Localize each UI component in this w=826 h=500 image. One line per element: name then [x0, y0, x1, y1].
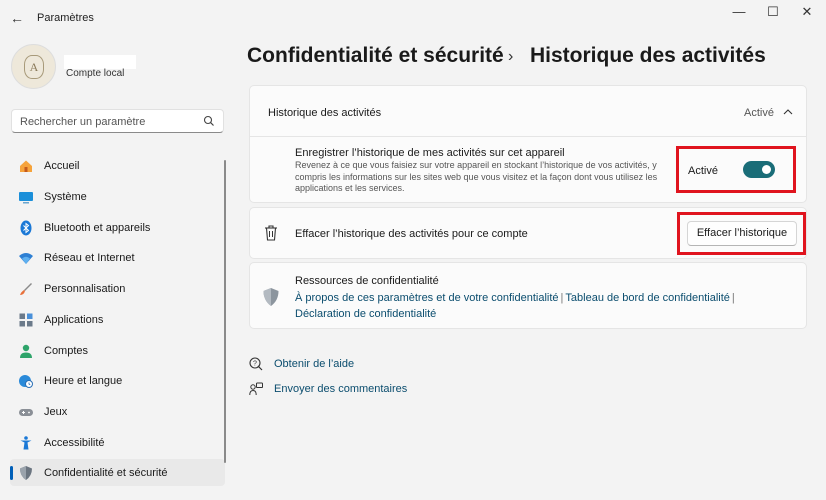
bluetooth-icon [20, 220, 32, 236]
sidebar-item-accueil[interactable]: Accueil [10, 152, 225, 179]
toggle-knob [762, 165, 771, 174]
account-type: Compte local [66, 68, 125, 79]
sidebar-item-personnalisation[interactable]: Personnalisation [10, 275, 225, 302]
chevron-up-icon[interactable] [782, 106, 794, 118]
search-icon [203, 115, 214, 126]
activity-history-header[interactable]: Historique des activités Activé [249, 85, 807, 137]
clear-history-button[interactable]: Effacer l’historique [687, 221, 797, 246]
sidebar-item-reseau[interactable]: Réseau et Internet [10, 244, 225, 271]
feedback-icon [249, 382, 263, 396]
sidebar-item-confidentialite[interactable]: Confidentialité et sécurité [10, 459, 225, 486]
search-placeholder: Rechercher un paramètre [20, 116, 146, 128]
sidebar-item-bluetooth[interactable]: Bluetooth et appareils [10, 214, 225, 241]
trash-icon [265, 225, 277, 241]
sidebar-item-heure-langue[interactable]: Heure et langue [10, 367, 225, 394]
privacy-settings-link[interactable]: À propos de ces paramètres et de votre c… [295, 292, 559, 304]
title-bar: ← Paramètres — ☐ ✕ [0, 0, 826, 36]
store-activity-toggle[interactable] [743, 161, 775, 178]
maximize-button[interactable]: ☐ [758, 4, 788, 20]
privacy-shield-icon [263, 288, 279, 306]
brush-icon [20, 283, 32, 295]
active-indicator [10, 466, 13, 480]
help-icon: ? [249, 357, 263, 371]
app-title: Paramètres [37, 12, 94, 24]
sidebar-item-jeux[interactable]: Jeux [10, 398, 225, 425]
avatar-monogram: A [24, 55, 44, 79]
wifi-icon [19, 253, 33, 264]
clear-history-label: Effacer l’historique des activités pour … [295, 228, 528, 240]
home-icon [20, 160, 32, 172]
shield-icon [20, 466, 32, 480]
search-input[interactable]: Rechercher un paramètre [11, 109, 224, 133]
page-title: Historique des activités [530, 44, 766, 67]
toggle-state-label: Activé [688, 165, 718, 177]
close-button[interactable]: ✕ [792, 4, 822, 20]
gamepad-icon [19, 409, 33, 416]
privacy-resources: Ressources de confidentialité À propos d… [249, 262, 807, 329]
avatar[interactable]: A [11, 44, 56, 89]
sidebar-item-comptes[interactable]: Comptes [10, 337, 225, 364]
back-arrow-icon[interactable]: ← [9, 10, 25, 26]
breadcrumb-parent[interactable]: Confidentialité et sécurité [247, 44, 504, 68]
resources-title: Ressources de confidentialité [295, 275, 439, 287]
resources-links: À propos de ces paramètres et de votre c… [295, 290, 755, 322]
setting-title: Enregistrer l’historique de mes activité… [295, 147, 565, 159]
apps-icon [19, 313, 33, 327]
sidebar-scrollbar[interactable] [224, 160, 226, 463]
send-feedback-link[interactable]: Envoyer des commentaires [274, 383, 407, 395]
monitor-icon [19, 192, 33, 204]
get-help-link[interactable]: Obtenir de l’aide [274, 358, 354, 370]
link-separator: | [731, 292, 735, 304]
section-title: Historique des activités [268, 107, 382, 119]
minimize-button[interactable]: — [724, 4, 754, 20]
privacy-dashboard-link[interactable]: Tableau de bord de confidentialité [565, 292, 730, 304]
setting-description: Revenez à ce que vous faisiez sur votre … [295, 160, 658, 193]
sidebar-item-applications[interactable]: Applications [10, 306, 225, 333]
breadcrumb-separator: › [508, 48, 514, 65]
globe-clock-icon [19, 375, 33, 388]
link-separator: | [560, 292, 564, 304]
accessibility-icon [20, 436, 32, 450]
section-state: Activé [744, 107, 774, 119]
sidebar-item-systeme[interactable]: Système [10, 183, 225, 210]
sidebar-item-accessibilite[interactable]: Accessibilité [10, 429, 225, 456]
user-name-redacted [64, 55, 136, 69]
svg-text:?: ? [253, 361, 257, 368]
person-icon [20, 344, 32, 358]
privacy-statement-link[interactable]: Déclaration de confidentialité [295, 308, 436, 320]
